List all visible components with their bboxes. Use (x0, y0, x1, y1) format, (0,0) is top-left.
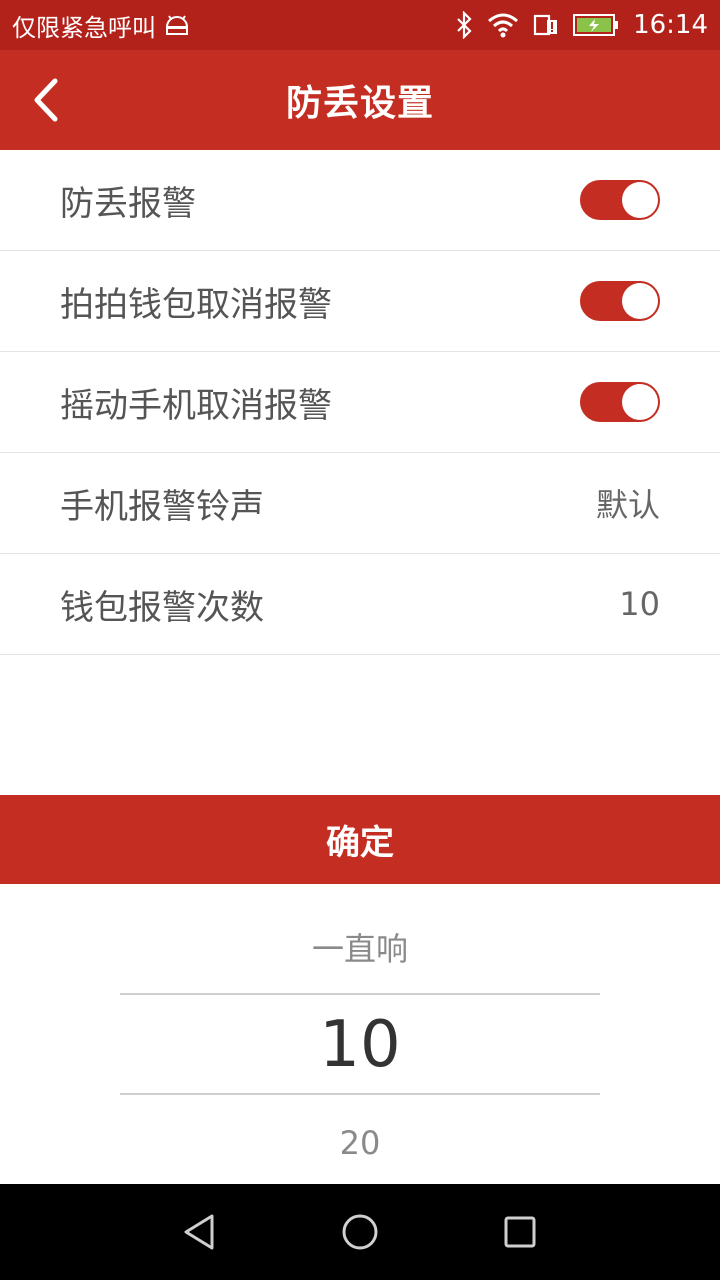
sim-alert-icon (533, 14, 558, 36)
alarm-count-value: 10 (619, 585, 660, 623)
screen: 仅限紧急呼叫 16:14 防丢设置 防丢报警 拍拍钱包取消报警 摇动手机取消报警… (0, 0, 720, 1280)
shake-phone-cancel-toggle[interactable] (580, 382, 660, 422)
setting-label: 防丢报警 (60, 183, 196, 224)
app-bar: 防丢设置 (0, 50, 720, 150)
picker-divider-top (120, 993, 600, 995)
bluetooth-icon (457, 11, 472, 39)
setting-label: 钱包报警次数 (60, 587, 264, 628)
triangle-back-icon (184, 1214, 214, 1250)
anti-loss-alarm-toggle[interactable] (580, 180, 660, 220)
chevron-left-icon (34, 78, 58, 122)
setting-label: 拍拍钱包取消报警 (60, 284, 332, 325)
status-right: 16:14 (455, 10, 708, 40)
picker-divider-bottom (120, 1093, 600, 1095)
toggle-knob (622, 384, 658, 420)
navigation-bar (0, 1184, 720, 1280)
picker-item-prev[interactable]: 一直响 (0, 924, 720, 970)
status-time: 16:14 (633, 10, 708, 40)
battery-charging-icon (573, 14, 619, 36)
setting-row-ringtone[interactable]: 手机报警铃声 默认 (0, 453, 720, 554)
toggle-knob (622, 283, 658, 319)
picker-item-next[interactable]: 20 (0, 1124, 720, 1162)
carrier-text: 仅限紧急呼叫 (12, 13, 156, 42)
recents-nav-button[interactable] (490, 1202, 550, 1262)
wifi-icon (488, 13, 519, 38)
setting-label: 手机报警铃声 (60, 486, 264, 527)
square-recents-icon (504, 1216, 536, 1248)
number-picker[interactable]: 一直响 10 20 (0, 884, 720, 1184)
setting-row-anti-loss-alarm[interactable]: 防丢报警 (0, 150, 720, 251)
circle-home-icon (342, 1214, 378, 1250)
android-icon (165, 15, 189, 35)
settings-list: 防丢报警 拍拍钱包取消报警 摇动手机取消报警 手机报警铃声 默认 钱包报警次数 … (0, 150, 720, 655)
back-button[interactable] (18, 72, 74, 128)
status-bar: 仅限紧急呼叫 16:14 (0, 0, 720, 50)
status-left: 仅限紧急呼叫 (12, 8, 190, 43)
home-nav-button[interactable] (330, 1202, 390, 1262)
setting-label: 摇动手机取消报警 (60, 385, 332, 426)
tap-wallet-cancel-toggle[interactable] (580, 281, 660, 321)
ringtone-value: 默认 (595, 486, 660, 524)
back-nav-button[interactable] (170, 1202, 230, 1262)
picker-item-selected[interactable]: 10 (0, 1008, 720, 1082)
setting-row-alarm-count[interactable]: 钱包报警次数 10 (0, 554, 720, 655)
setting-row-tap-wallet-cancel[interactable]: 拍拍钱包取消报警 (0, 251, 720, 352)
setting-row-shake-phone-cancel[interactable]: 摇动手机取消报警 (0, 352, 720, 453)
confirm-button[interactable]: 确定 (0, 795, 720, 884)
page-title: 防丢设置 (285, 83, 434, 124)
toggle-knob (622, 182, 658, 218)
